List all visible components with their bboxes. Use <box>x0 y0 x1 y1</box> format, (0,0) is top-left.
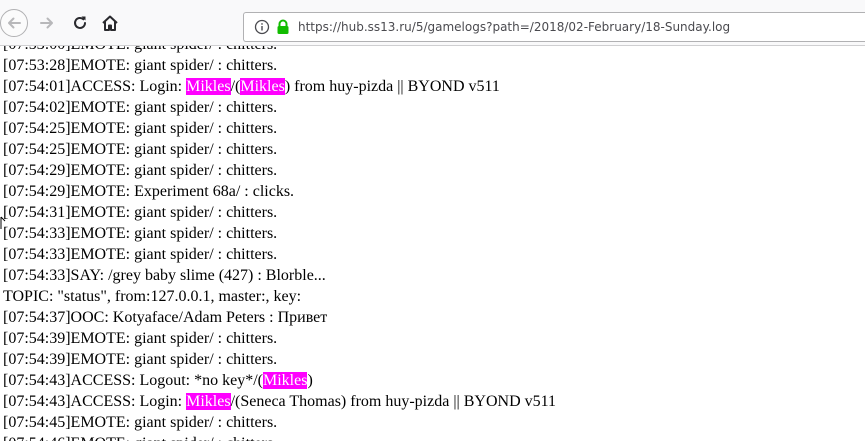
log-text: /( <box>230 78 241 95</box>
log-text: [07:54:45]EMOTE: giant spider/ : chitter… <box>3 414 278 431</box>
log-text: [07:53:00]EMOTE: giant spider/ : chitter… <box>3 46 277 53</box>
lock-icon[interactable] <box>276 19 290 35</box>
log-line: [07:54:39]EMOTE: giant spider/ : chitter… <box>3 349 556 370</box>
log-line: [07:54:33]EMOTE: giant spider/ : chitter… <box>3 244 556 265</box>
highlighted-username: Mikles <box>186 393 231 410</box>
url-bar[interactable]: https://hub.ss13.ru/5/gamelogs?path=/201… <box>243 12 865 42</box>
log-text: ) <box>307 372 313 389</box>
log-line: [07:54:43]ACCESS: Login: Mikles/(Seneca … <box>3 391 556 412</box>
log-text: [07:54:43]ACCESS: Login: <box>3 393 187 410</box>
log-text: [07:54:29]EMOTE: Experiment 68a/ : click… <box>3 183 295 200</box>
highlighted-username: Mikles <box>263 372 308 389</box>
log-line: [07:54:29]EMOTE: giant spider/ : chitter… <box>3 160 556 181</box>
log-text: [07:54:33]EMOTE: giant spider/ : chitter… <box>3 225 278 242</box>
log-line: [07:54:01]ACCESS: Login: Mikles/(Mikles)… <box>3 76 556 97</box>
log-text: [07:54:29]EMOTE: giant spider/ : chitter… <box>3 162 278 179</box>
highlighted-username: Mikles <box>240 78 285 95</box>
log-text: [07:54:39]EMOTE: giant spider/ : chitter… <box>3 351 278 368</box>
log-line: [07:54:02]EMOTE: giant spider/ : chitter… <box>3 97 556 118</box>
log-line: [07:54:29]EMOTE: Experiment 68a/ : click… <box>3 181 556 202</box>
log-line: [07:54:46]EMOTE: giant spider/ : chitter… <box>3 433 556 441</box>
log-text: [07:54:46]EMOTE: giant spider/ : chitter… <box>3 435 277 441</box>
log-line: [07:54:25]EMOTE: giant spider/ : chitter… <box>3 118 556 139</box>
log-line: [07:54:25]EMOTE: giant spider/ : chitter… <box>3 139 556 160</box>
log-text: [07:53:28]EMOTE: giant spider/ : chitter… <box>3 57 278 74</box>
arrow-right-icon <box>40 17 53 29</box>
back-button[interactable] <box>0 9 28 37</box>
log-line: [07:53:00]EMOTE: giant spider/ : chitter… <box>3 46 556 55</box>
home-icon <box>102 15 118 31</box>
log-text: [07:54:37]OOC: Kotyaface/Adam Peters : П… <box>3 309 328 326</box>
log-line: [07:54:31]EMOTE: giant spider/ : chitter… <box>3 202 556 223</box>
log-line: [07:54:43]ACCESS: Logout: *no key*/(Mikl… <box>3 370 556 391</box>
log-text: [07:54:02]EMOTE: giant spider/ : chitter… <box>3 99 278 116</box>
log-line: TOPIC: "status", from:127.0.0.1, master:… <box>3 286 556 307</box>
log-text: [07:54:31]EMOTE: giant spider/ : chitter… <box>3 204 278 221</box>
log-line: [07:54:39]EMOTE: giant spider/ : chitter… <box>3 328 556 349</box>
log-line: [07:54:33]EMOTE: giant spider/ : chitter… <box>3 223 556 244</box>
info-circle-icon[interactable] <box>254 19 270 35</box>
log-text: [07:54:25]EMOTE: giant spider/ : chitter… <box>3 141 278 158</box>
log-text: [07:54:39]EMOTE: giant spider/ : chitter… <box>3 330 278 347</box>
arrow-left-icon <box>8 17 21 29</box>
log-text: TOPIC: "status", from:127.0.0.1, master:… <box>3 288 302 305</box>
browser-toolbar: https://hub.ss13.ru/5/gamelogs?path=/201… <box>0 0 865 46</box>
log-text: [07:54:25]EMOTE: giant spider/ : chitter… <box>3 120 278 137</box>
log-text: [07:54:01]ACCESS: Login: <box>3 78 187 95</box>
log-content: [07:53:00]EMOTE: giant spider/ : chitter… <box>0 46 865 441</box>
log-text: [07:54:33]SAY: /grey baby slime (427) : … <box>3 267 326 284</box>
mouse-cursor-icon <box>0 216 6 229</box>
forward-button[interactable] <box>35 11 59 35</box>
log-text: [07:54:33]EMOTE: giant spider/ : chitter… <box>3 246 278 263</box>
log-line: [07:53:28]EMOTE: giant spider/ : chitter… <box>3 55 556 76</box>
log-text-block: [07:53:00]EMOTE: giant spider/ : chitter… <box>3 46 556 441</box>
log-line: [07:54:45]EMOTE: giant spider/ : chitter… <box>3 412 556 433</box>
log-text: [07:54:43]ACCESS: Logout: *no key*/( <box>3 372 263 389</box>
reload-icon <box>74 16 86 29</box>
url-text: https://hub.ss13.ru/5/gamelogs?path=/201… <box>298 20 731 34</box>
highlighted-username: Mikles <box>186 78 231 95</box>
log-text: ) from huy-pizda || BYOND v511 <box>284 78 500 95</box>
reload-button[interactable] <box>68 11 92 35</box>
log-line: [07:54:37]OOC: Kotyaface/Adam Peters : П… <box>3 307 556 328</box>
home-button[interactable] <box>98 11 122 35</box>
log-text: /(Seneca Thomas) from huy-pizda || BYOND… <box>230 393 557 410</box>
log-line: [07:54:33]SAY: /grey baby slime (427) : … <box>3 265 556 286</box>
